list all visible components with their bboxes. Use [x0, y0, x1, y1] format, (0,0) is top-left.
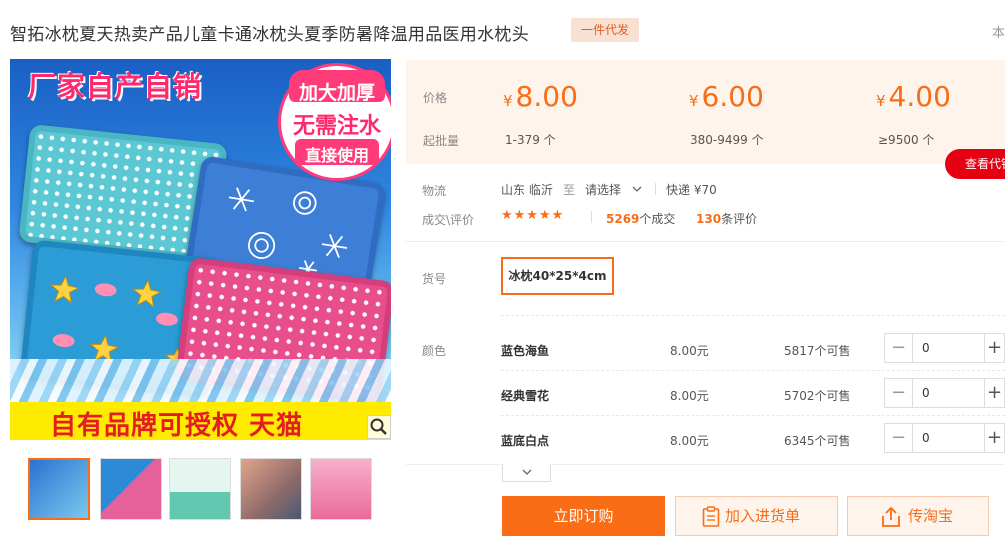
color-name-3: 蓝底白点 — [501, 434, 550, 448]
plus-icon[interactable]: + — [984, 334, 1004, 362]
minus-icon[interactable]: − — [885, 424, 913, 452]
quantity-input[interactable]: 0 — [922, 386, 930, 400]
dropship-badge[interactable]: 一件代发 — [571, 18, 640, 42]
thumbnail-1[interactable] — [28, 458, 90, 520]
sku-label: 货号 — [422, 272, 447, 286]
quantity-stepper-2[interactable]: − 0 + — [884, 378, 1005, 408]
feature-line-2: 无需注水 — [292, 114, 381, 139]
feature-circle: 加大加厚 无需注水 直接使用 — [278, 63, 391, 181]
review-count[interactable]: 130条评价 — [696, 210, 757, 227]
image-banner-bottom: 自有品牌可授权 天猫 — [50, 411, 304, 440]
main-product-image[interactable]: 厂家自产自销 加大加厚 无需注水 直接使用 自有品牌可授权 天猫 — [10, 59, 391, 440]
share-taobao-label: 传淘宝 — [908, 507, 954, 525]
color-stock-2: 5702个可售 — [784, 389, 851, 403]
thumbnail-4[interactable] — [240, 458, 302, 520]
chevron-down-icon[interactable] — [632, 184, 642, 194]
color-price-2: 8.00元 — [670, 389, 709, 403]
color-name-1: 蓝色海鱼 — [501, 344, 550, 358]
deal-count[interactable]: 5269个成交 — [606, 210, 675, 227]
share-upload-icon — [882, 506, 900, 527]
product-title: 智拓冰枕夏天热卖产品儿童卡通冰枕头夏季防暑降温用品医用水枕头 — [10, 25, 529, 45]
tier-qty-1: 1-379 个 — [505, 133, 556, 147]
quantity-input[interactable]: 0 — [922, 341, 930, 355]
color-price-3: 8.00元 — [670, 434, 709, 448]
price-panel: 价格 起批量 ¥8.00 ¥6.00 ¥4.00 1-379 个 380-949… — [406, 60, 1005, 164]
color-label: 颜色 — [422, 344, 447, 358]
title-bar: 智拓冰枕夏天热卖产品儿童卡通冰枕头夏季防暑降温用品医用水枕头 一件代发 本 — [0, 0, 1005, 58]
express-fee: 快递 ¥70 — [666, 183, 717, 197]
color-price-1: 8.00元 — [670, 344, 709, 358]
order-now-button[interactable]: 立即订购 — [502, 496, 665, 536]
add-to-cart-button[interactable]: 加入进货单 — [675, 496, 838, 536]
chevron-down-icon — [522, 469, 532, 475]
tier-price-3: ¥4.00 — [876, 80, 951, 113]
tier-qty-2: 380-9499 个 — [690, 133, 764, 147]
minus-icon[interactable]: − — [885, 334, 913, 362]
tier-price-1: ¥8.00 — [503, 80, 578, 113]
ship-from: 山东 临沂 — [501, 183, 553, 197]
thumbnail-3[interactable] — [169, 458, 231, 520]
stats-label: 成交\评价 — [422, 213, 475, 227]
ship-to-word: 至 — [563, 183, 576, 197]
ship-to-select[interactable]: 请选择 — [585, 181, 621, 198]
plus-icon[interactable]: + — [984, 424, 1004, 452]
corner-text[interactable]: 本 — [992, 22, 1005, 41]
divider — [406, 241, 1005, 242]
sku-option-selected[interactable]: 冰枕40*25*4cm — [501, 257, 614, 295]
feature-line-3: 直接使用 — [304, 146, 369, 165]
expand-colors-button[interactable] — [502, 464, 551, 482]
color-stock-3: 6345个可售 — [784, 434, 851, 448]
minus-icon[interactable]: − — [885, 379, 913, 407]
thumbnail-2[interactable] — [100, 458, 162, 520]
share-taobao-button[interactable]: 传淘宝 — [847, 496, 989, 536]
quantity-stepper-1[interactable]: − 0 + — [884, 333, 1005, 363]
thumbnail-5[interactable] — [310, 458, 372, 520]
clipboard-icon — [702, 506, 720, 527]
zoom-icon[interactable] — [367, 415, 391, 439]
color-stock-1: 5817个可售 — [784, 344, 851, 358]
feature-line-1: 加大加厚 — [298, 82, 375, 104]
price-label: 价格 — [423, 91, 448, 105]
add-to-cart-label: 加入进货单 — [725, 507, 801, 525]
color-name-2: 经典雪花 — [501, 389, 550, 403]
moq-label: 起批量 — [423, 134, 460, 148]
image-banner-top: 厂家自产自销 — [28, 70, 203, 103]
plus-icon[interactable]: + — [984, 379, 1004, 407]
tier-qty-3: ≥9500 个 — [878, 133, 935, 147]
quantity-input[interactable]: 0 — [922, 431, 930, 445]
rating-stars: ★★★★★ — [501, 208, 565, 223]
logistics-label: 物流 — [422, 184, 447, 198]
quantity-stepper-3[interactable]: − 0 + — [884, 423, 1005, 453]
view-dropship-button[interactable]: 查看代销 — [945, 149, 1005, 179]
tier-price-2: ¥6.00 — [689, 80, 764, 113]
